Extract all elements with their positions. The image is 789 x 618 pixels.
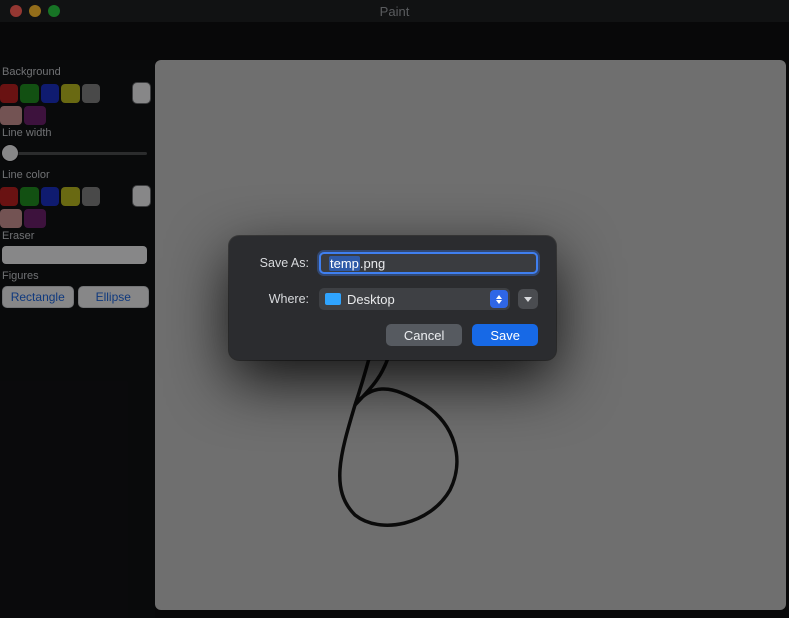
folder-icon bbox=[325, 293, 341, 305]
chevron-down-icon bbox=[524, 297, 532, 302]
cancel-button[interactable]: Cancel bbox=[386, 324, 462, 346]
expand-dialog-button[interactable] bbox=[518, 289, 538, 309]
filename-extension-text: .png bbox=[360, 256, 385, 271]
dropdown-arrows-icon bbox=[490, 290, 508, 308]
save-as-label: Save As: bbox=[247, 256, 309, 270]
where-value: Desktop bbox=[347, 292, 395, 307]
where-label: Where: bbox=[247, 292, 309, 306]
filename-selected-text: temp bbox=[329, 256, 360, 271]
save-dialog: Save As: temp.png Where: Desktop bbox=[229, 236, 556, 360]
save-button[interactable]: Save bbox=[472, 324, 538, 346]
save-as-input[interactable]: temp.png bbox=[319, 252, 538, 274]
where-dropdown[interactable]: Desktop bbox=[319, 288, 510, 310]
